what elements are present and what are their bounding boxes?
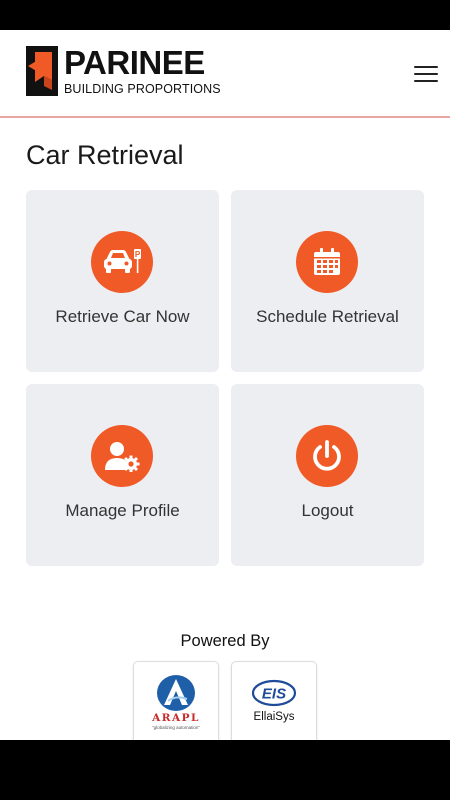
manage-profile-button[interactable]: Manage Profile <box>26 384 219 566</box>
retrieve-car-now-label: Retrieve Car Now <box>55 307 190 326</box>
ellaisys-partner-logo: EIS EllaiSys <box>231 661 317 740</box>
navigation-bar <box>0 740 450 800</box>
app-header: PARINEE BUILDING PROPORTIONS <box>0 30 450 118</box>
arapl-logo-icon <box>157 675 195 711</box>
retrieve-car-now-button[interactable]: P Retrieve Car Now <box>26 190 219 372</box>
power-icon <box>313 440 341 471</box>
app-screen: PARINEE BUILDING PROPORTIONS Car Retriev… <box>0 30 450 740</box>
manage-profile-label: Manage Profile <box>65 501 180 520</box>
svg-text:P: P <box>135 250 141 259</box>
profile-icon-circle <box>91 425 153 487</box>
schedule-retrieval-label: Schedule Retrieval <box>256 307 399 326</box>
ellaisys-logo-icon: EIS <box>251 679 297 707</box>
retrieve-icon-circle: P <box>91 231 153 293</box>
ellaisys-mark: EIS <box>262 686 286 703</box>
hamburger-menu-icon[interactable] <box>414 66 438 84</box>
page-title: Car Retrieval <box>26 140 184 170</box>
schedule-retrieval-button[interactable]: Schedule Retrieval <box>231 190 424 372</box>
powered-by-label: Powered By <box>180 632 270 650</box>
logout-button[interactable]: Logout <box>231 384 424 566</box>
calendar-icon <box>314 248 340 275</box>
brand-tagline: BUILDING PROPORTIONS <box>64 82 221 96</box>
arapl-name: ARAPL <box>152 712 200 724</box>
user-settings-icon <box>105 442 140 472</box>
parinee-logo-mark-icon <box>26 46 58 96</box>
car-parking-icon: P <box>104 249 141 273</box>
arapl-tagline: "globalizing automation" <box>152 725 200 730</box>
brand-logo: PARINEE BUILDING PROPORTIONS <box>26 44 221 100</box>
logout-label: Logout <box>301 501 354 520</box>
brand-name: PARINEE <box>64 44 205 81</box>
schedule-icon-circle <box>296 231 358 293</box>
status-bar <box>0 0 450 30</box>
arapl-partner-logo: ARAPL "globalizing automation" <box>133 661 219 740</box>
ellaisys-name: EllaiSys <box>253 711 295 723</box>
logout-icon-circle <box>296 425 358 487</box>
